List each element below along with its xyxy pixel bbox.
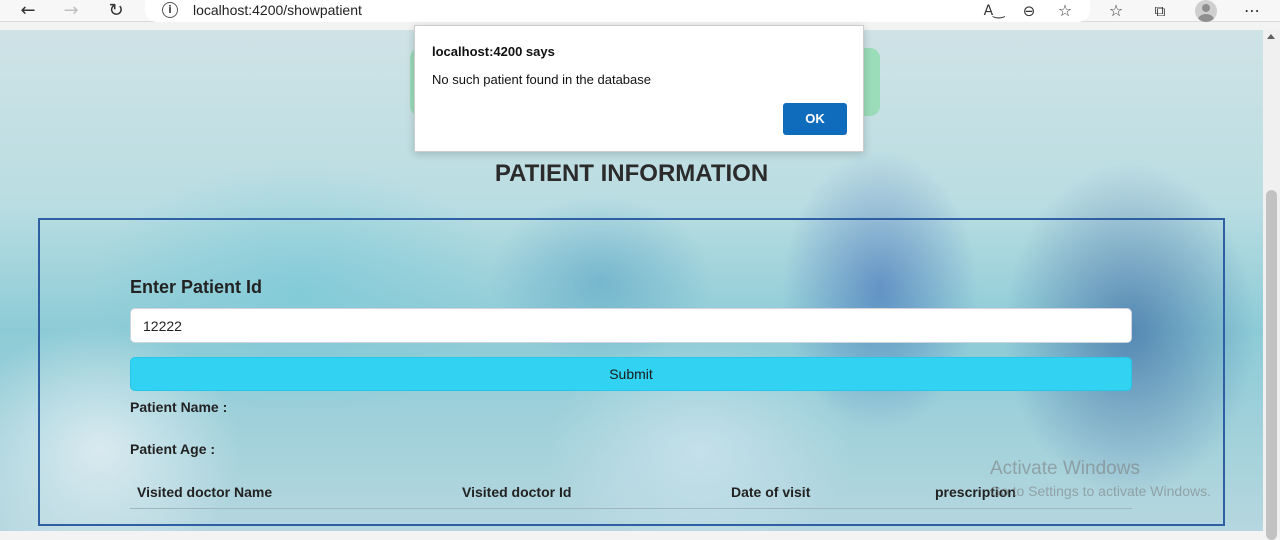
patient-name-label: Patient Name :	[130, 399, 228, 415]
patient-id-label: Enter Patient Id	[130, 277, 263, 297]
info-icon[interactable]: i	[162, 2, 178, 18]
scroll-up-arrow-icon[interactable]	[1267, 34, 1275, 39]
scroll-thumb[interactable]	[1266, 190, 1277, 540]
refresh-icon[interactable]: ↻	[104, 0, 128, 22]
dialog-message: No such patient found in the database	[432, 72, 651, 87]
table-divider	[130, 508, 1132, 509]
page-title: PATIENT INFORMATION	[494, 160, 769, 187]
favorites-icon[interactable]: ☆	[1104, 0, 1128, 22]
add-favorite-icon[interactable]: ☆	[1053, 0, 1077, 22]
submit-button[interactable]: Submit	[130, 357, 1132, 391]
address-bar[interactable]: i localhost:4200/showpatient	[145, 0, 1090, 22]
page-scrollbar[interactable]	[1263, 30, 1280, 540]
patient-age-label: Patient Age :	[130, 441, 216, 457]
table-header-doctor-id: Visited doctor Id	[462, 484, 572, 500]
table-header-doctor-name: Visited doctor Name	[137, 484, 273, 500]
dialog-title: localhost:4200 says	[432, 44, 555, 59]
patient-id-input[interactable]	[130, 308, 1132, 343]
more-icon[interactable]: ⋯	[1240, 0, 1264, 22]
ok-button[interactable]: OK	[783, 103, 847, 135]
alert-dialog: localhost:4200 says No such patient foun…	[414, 25, 864, 152]
forward-arrow-icon[interactable]: →	[59, 0, 83, 22]
back-arrow-icon[interactable]: ←	[16, 0, 40, 22]
collections-icon[interactable]: ⧉	[1148, 0, 1172, 22]
address-url[interactable]: localhost:4200/showpatient	[193, 2, 362, 18]
activation-watermark-title: Activate Windows	[990, 458, 1140, 479]
browser-toolbar: ← → ↻ i localhost:4200/showpatient A‿ ⊖ …	[0, 0, 1280, 22]
activation-watermark-subtitle: Go to Settings to activate Windows.	[990, 483, 1211, 499]
zoom-out-icon[interactable]: ⊖	[1017, 0, 1041, 22]
table-header-date-of-visit: Date of visit	[731, 484, 811, 500]
read-aloud-icon[interactable]: A‿	[982, 0, 1006, 22]
profile-avatar[interactable]	[1195, 0, 1217, 22]
